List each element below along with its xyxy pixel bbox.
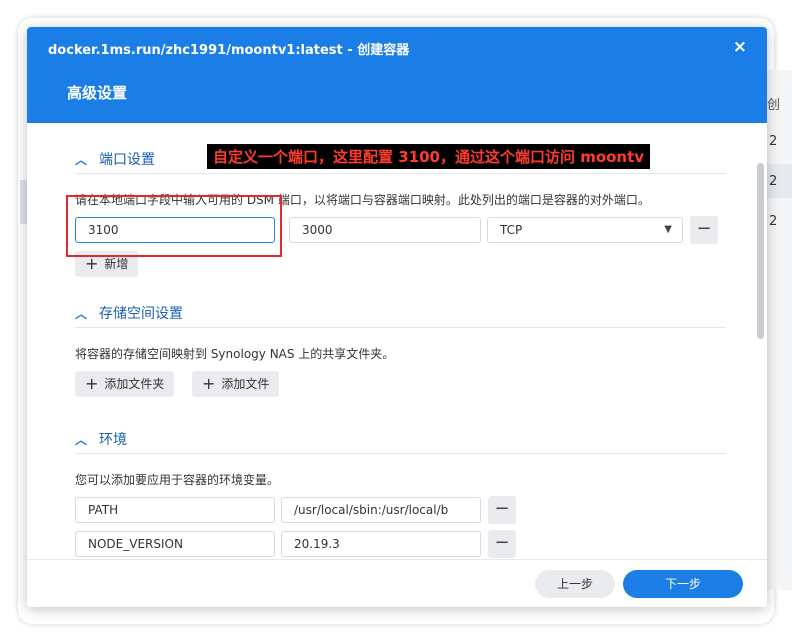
step-title: 高级设置: [67, 84, 128, 102]
remove-env-button[interactable]: −: [488, 530, 516, 558]
caret-down-icon: ▼: [664, 224, 672, 235]
add-file-label: 添加文件: [221, 377, 270, 391]
protocol-select[interactable]: TCP ▼: [487, 217, 683, 243]
background-cell: 2: [769, 214, 778, 229]
dialog-footer: 上一步 下一步: [27, 559, 767, 607]
scrollbar[interactable]: [757, 163, 764, 339]
env-section-header[interactable]: ︿ 环境: [75, 429, 726, 454]
dialog-title: docker.1ms.run/zhc1991/moontv1:latest - …: [48, 43, 410, 58]
remove-port-button[interactable]: −: [690, 216, 718, 244]
next-button[interactable]: 下一步: [623, 570, 743, 598]
container-port-input[interactable]: 3000: [289, 217, 481, 243]
background-cell: 2: [769, 134, 778, 149]
background-column-header: 创: [767, 98, 781, 113]
chevron-up-icon: ︿: [75, 153, 88, 167]
env-section-description: 您可以添加要应用于容器的环境变量。: [75, 473, 280, 487]
add-port-label: 新增: [104, 257, 129, 271]
close-icon[interactable]: ×: [733, 37, 747, 57]
dialog-content: ︿ 端口设置 请在本地端口字段中输入可用的 DSM 端口，以将端口与容器端口映射…: [27, 123, 767, 559]
plus-icon: +: [202, 374, 216, 393]
chevron-up-icon: ︿: [75, 433, 88, 447]
dialog-header: docker.1ms.run/zhc1991/moontv1:latest - …: [27, 27, 767, 123]
background-cell: 2: [769, 174, 778, 189]
env-name-input[interactable]: PATH: [75, 497, 275, 523]
remove-env-button[interactable]: −: [488, 496, 516, 524]
env-name-input[interactable]: NODE_VERSION: [75, 531, 275, 557]
add-file-button[interactable]: + 添加文件: [192, 371, 280, 397]
env-section-title: 环境: [99, 432, 127, 448]
env-value-input[interactable]: 20.19.3: [281, 531, 481, 557]
port-section-title: 端口设置: [99, 152, 155, 168]
annotation-highlight-box: [66, 195, 282, 257]
storage-section-description: 将容器的存储空间映射到 Synology NAS 上的共享文件夹。: [75, 347, 395, 361]
add-folder-button[interactable]: + 添加文件夹: [75, 371, 175, 397]
previous-button[interactable]: 上一步: [535, 570, 615, 598]
protocol-value: TCP: [500, 223, 523, 237]
add-folder-label: 添加文件夹: [104, 377, 165, 391]
chevron-up-icon: ︿: [75, 307, 88, 321]
storage-section-title: 存储空间设置: [99, 306, 183, 322]
env-value-input[interactable]: /usr/local/sbin:/usr/local/b: [281, 497, 481, 523]
annotation-callout: 自定义一个端口，这里配置 3100，通过这个端口访问 moontv: [207, 144, 651, 169]
plus-icon: +: [85, 374, 99, 393]
create-container-dialog: docker.1ms.run/zhc1991/moontv1:latest - …: [27, 27, 767, 607]
storage-section-header[interactable]: ︿ 存储空间设置: [75, 303, 726, 328]
